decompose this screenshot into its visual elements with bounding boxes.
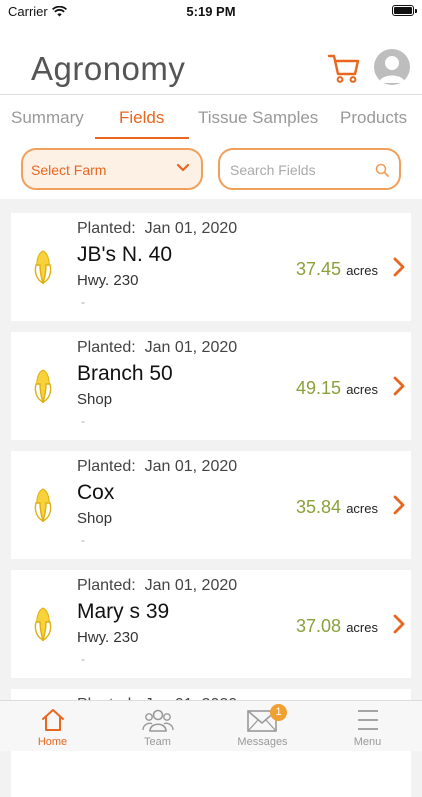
corn-icon [34,369,52,404]
field-name: Branch 50 [77,362,173,385]
cart-button[interactable] [327,51,361,85]
chevron-right-icon[interactable] [393,495,405,515]
shopping-cart-icon [327,54,360,83]
field-note: - [81,652,85,666]
page-title: Agronomy [31,50,186,87]
chevron-right-icon[interactable] [393,257,405,277]
acres-unit: acres [346,620,378,635]
nav-team-label: Team [144,736,171,748]
nav-messages[interactable]: 1 Messages [210,701,315,751]
field-note: - [81,295,85,309]
hamburger-menu-icon [358,710,378,730]
corn-icon [34,607,52,642]
field-location: Hwy. 230 [77,629,139,646]
nav-home[interactable]: Home [0,701,105,751]
field-location: Shop [77,391,113,408]
field-card[interactable]: Planted: Jan 01, 2020 Cox Shop - 35.84 a… [11,451,411,559]
nav-menu-label: Menu [353,736,382,748]
status-time: 5:19 PM [186,4,236,19]
tab-summary[interactable]: Summary [11,108,84,128]
acres-unit: acres [346,263,378,278]
select-farm-dropdown[interactable]: Select Farm [21,148,203,190]
search-fields-box [218,148,401,190]
acres-unit: acres [346,501,378,516]
planted-date: Planted: Jan 01, 2020 [77,458,238,475]
corn-icon [34,488,52,523]
tab-products[interactable]: Products [340,108,407,128]
field-name: Mary s 39 [77,600,170,623]
team-icon [142,709,174,732]
nav-messages-label: Messages [237,736,288,748]
bottom-tab-bar: Home Team 1 Messages Menu [0,700,422,751]
field-card[interactable]: Planted: Jan 01, 2020 Mary s 39 Hwy. 230… [11,570,411,678]
chevron-down-icon [177,164,189,172]
nav-team[interactable]: Team [105,701,210,751]
battery-icon [392,5,417,16]
acres-unit: acres [346,382,378,397]
field-acres: 37.45 [295,259,341,279]
tab-fields[interactable]: Fields [119,108,164,128]
search-input[interactable] [230,160,370,180]
field-name: Cox [77,481,115,504]
field-card[interactable]: Planted: Jan 01, 2020 Branch 50 Shop - 4… [11,332,411,440]
home-icon [42,709,64,731]
corn-icon [34,250,52,285]
user-avatar-icon [379,56,405,83]
field-acres: 35.84 [295,497,341,517]
field-acres: 49.15 [295,378,341,398]
planted-date: Planted: Jan 01, 2020 [77,339,238,356]
status-bar: Carrier 5:19 PM [0,0,422,24]
nav-home-label: Home [37,736,68,748]
chevron-right-icon[interactable] [393,376,405,396]
field-acres: 37.08 [295,616,341,636]
search-icon[interactable] [375,163,389,177]
select-farm-value: Select Farm [31,162,107,178]
field-card[interactable]: Planted: Jan 01, 2020 JB's N. 40 Hwy. 23… [11,213,411,321]
planted-date: Planted: Jan 01, 2020 [77,577,238,594]
planted-date: Planted: Jan 01, 2020 [77,220,238,237]
field-note: - [81,414,85,428]
app-header: Agronomy [0,24,422,94]
nav-menu[interactable]: Menu [315,701,420,751]
field-location: Shop [77,510,113,527]
active-tab-indicator [95,137,189,139]
unread-badge: 1 [270,704,287,721]
field-name: JB's N. 40 [77,243,173,266]
tab-tissue-samples[interactable]: Tissue Samples [198,108,318,128]
tab-bar: Summary Fields Tissue Samples Products [0,95,422,143]
chevron-right-icon[interactable] [393,614,405,634]
field-note: - [81,533,85,547]
avatar[interactable] [374,49,410,85]
field-location: Hwy. 230 [77,272,139,289]
